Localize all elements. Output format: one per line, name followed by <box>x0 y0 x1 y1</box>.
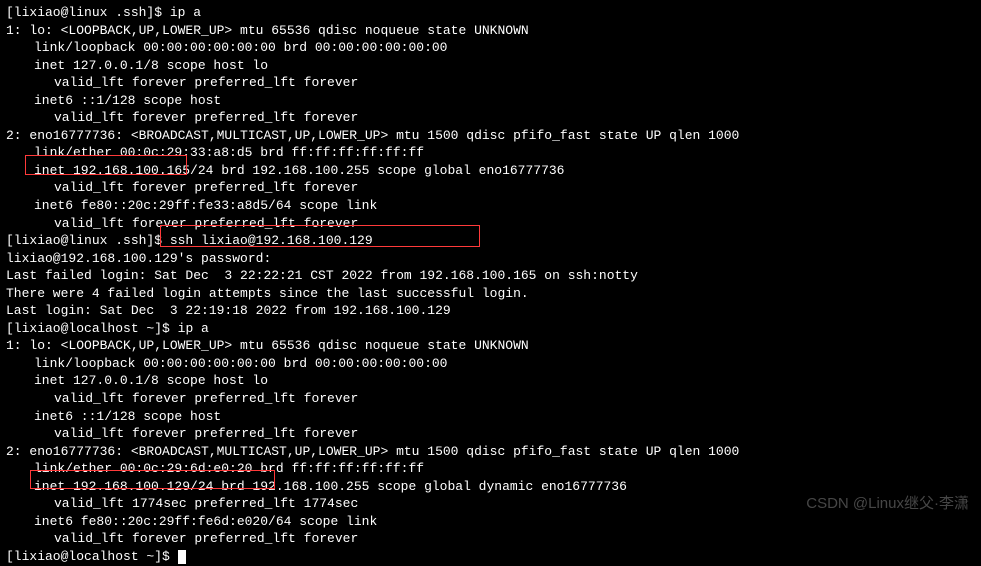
command: ssh lixiao@192.168.100.129 <box>170 233 373 248</box>
output-line: inet6 ::1/128 scope host <box>6 408 975 426</box>
output-line: 2: eno16777736: <BROADCAST,MULTICAST,UP,… <box>6 443 975 461</box>
output-line: link/ether 00:0c:29:33:a8:d5 brd ff:ff:f… <box>6 144 975 162</box>
output-line: inet6 ::1/128 scope host <box>6 92 975 110</box>
output-line: link/loopback 00:00:00:00:00:00 brd 00:0… <box>6 39 975 57</box>
command: ip a <box>178 321 209 336</box>
prompt: [lixiao@localhost ~]$ <box>6 549 178 564</box>
output-line: valid_lft forever preferred_lft forever <box>6 74 975 92</box>
output-line: Last failed login: Sat Dec 3 22:22:21 CS… <box>6 267 975 285</box>
output-line: inet 127.0.0.1/8 scope host lo <box>6 57 975 75</box>
output-line: inet 127.0.0.1/8 scope host lo <box>6 372 975 390</box>
output-line: 1: lo: <LOOPBACK,UP,LOWER_UP> mtu 65536 … <box>6 22 975 40</box>
terminal-line: [lixiao@localhost ~]$ ip a <box>6 320 975 338</box>
cursor-icon <box>178 550 186 564</box>
output-line: link/loopback 00:00:00:00:00:00 brd 00:0… <box>6 355 975 373</box>
prompt: [lixiao@linux .ssh]$ <box>6 233 170 248</box>
output-line: valid_lft forever preferred_lft forever <box>6 425 975 443</box>
output-line: valid_lft 1774sec preferred_lft 1774sec <box>6 495 975 513</box>
output-line: inet 192.168.100.129/24 brd 192.168.100.… <box>6 478 975 496</box>
terminal-line: [lixiao@linux .ssh]$ ssh lixiao@192.168.… <box>6 232 975 250</box>
output-line: inet6 fe80::20c:29ff:fe33:a8d5/64 scope … <box>6 197 975 215</box>
output-line: 2: eno16777736: <BROADCAST,MULTICAST,UP,… <box>6 127 975 145</box>
prompt: [lixiao@linux .ssh]$ <box>6 5 170 20</box>
output-line: valid_lft forever preferred_lft forever <box>6 390 975 408</box>
output-line: valid_lft forever preferred_lft forever <box>6 179 975 197</box>
output-line: valid_lft forever preferred_lft forever <box>6 109 975 127</box>
prompt: [lixiao@localhost ~]$ <box>6 321 178 336</box>
terminal-line: [lixiao@linux .ssh]$ ip a <box>6 4 975 22</box>
output-line: lixiao@192.168.100.129's password: <box>6 250 975 268</box>
output-line: inet 192.168.100.165/24 brd 192.168.100.… <box>6 162 975 180</box>
output-line: 1: lo: <LOOPBACK,UP,LOWER_UP> mtu 65536 … <box>6 337 975 355</box>
output-line: valid_lft forever preferred_lft forever <box>6 215 975 233</box>
terminal-line[interactable]: [lixiao@localhost ~]$ <box>6 548 975 566</box>
output-line: valid_lft forever preferred_lft forever <box>6 530 975 548</box>
output-line: Last login: Sat Dec 3 22:19:18 2022 from… <box>6 302 975 320</box>
output-line: There were 4 failed login attempts since… <box>6 285 975 303</box>
command: ip a <box>170 5 201 20</box>
output-line: link/ether 00:0c:29:6d:e0:20 brd ff:ff:f… <box>6 460 975 478</box>
